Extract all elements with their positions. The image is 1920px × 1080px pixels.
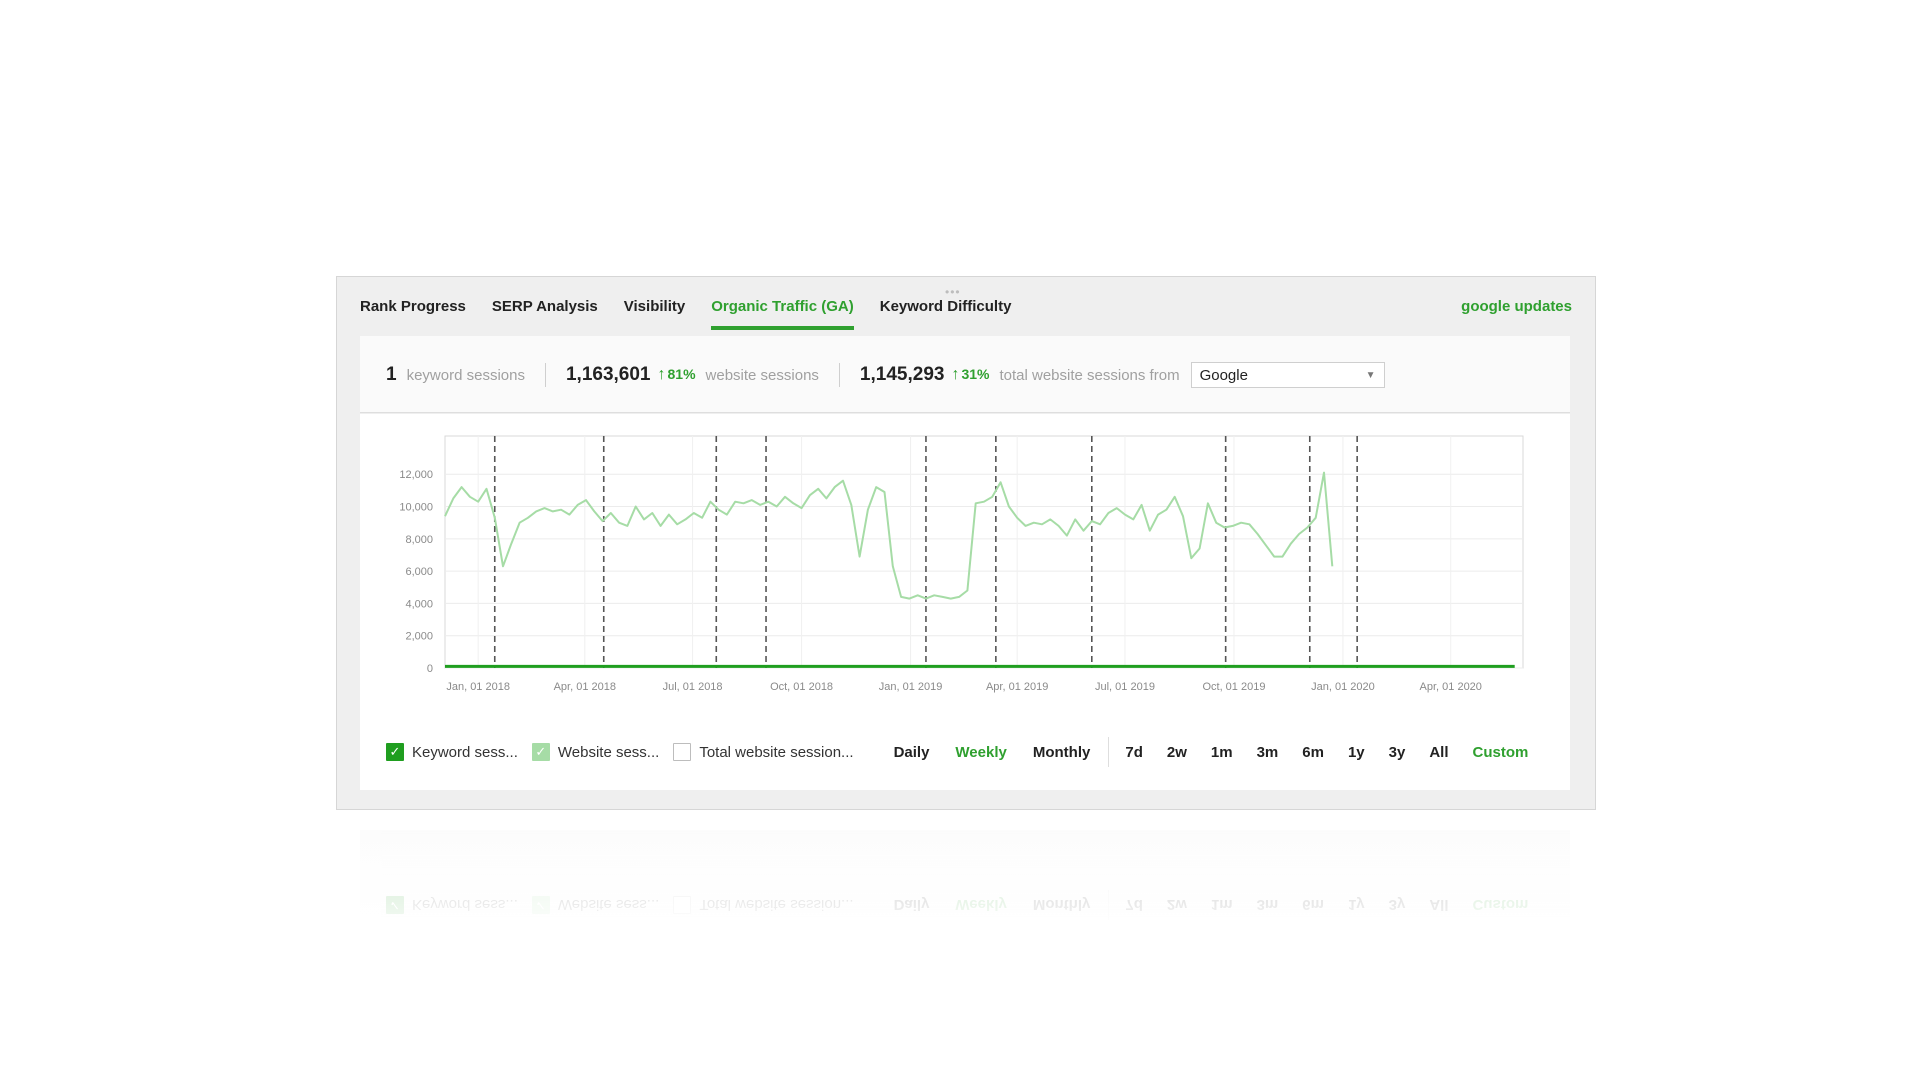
checkbox-unchecked-icon[interactable] — [673, 743, 692, 761]
x-tick-label: Jan, 01 2018 — [446, 681, 510, 693]
y-tick-label: 8,000 — [405, 534, 433, 546]
x-tick-label: Jul, 01 2019 — [1095, 681, 1155, 693]
period-daily[interactable]: Daily — [894, 744, 930, 761]
range-2w[interactable]: 2w — [1167, 744, 1187, 761]
source-select-value: Google — [1199, 366, 1248, 384]
total-sessions-label: total website sessions from — [999, 366, 1180, 384]
organic-traffic-chart: 12,000 10,000 8,000 6,000 4,000 2,000 0 Jan, 01… — [399, 435, 1524, 693]
legend-keyword-label: Keyword sess... — [412, 743, 518, 761]
website-sessions-change: ↑ 81% — [658, 366, 696, 384]
divider — [544, 363, 546, 387]
range-3m[interactable]: 3m — [1257, 744, 1279, 761]
total-sessions-change: ↑ 31% — [951, 366, 989, 384]
legend-keyword-sessions[interactable]: ✓ Keyword sess... — [386, 743, 518, 761]
keyword-sessions-label: keyword sessions — [406, 366, 525, 384]
stats-row: 1 keyword sessions 1,163,601 ↑ 81% websit… — [386, 362, 1385, 388]
plot-frame — [444, 435, 1524, 669]
x-tick-label: Apr, 01 2018 — [554, 681, 616, 693]
legend-total-label: Total website session... — [699, 743, 854, 761]
chart-panel: 12,000 10,000 8,000 6,000 4,000 2,000 0 Jan, 01… — [360, 414, 1570, 790]
range-7d[interactable]: 7d — [1125, 744, 1143, 761]
website-sessions-value: 1,163,601 — [565, 364, 651, 385]
chevron-down-icon: ▼ — [1365, 369, 1376, 381]
divider — [1108, 737, 1110, 767]
x-tick-label: Jul, 01 2018 — [663, 681, 723, 693]
x-tick-label: Jan, 01 2020 — [1311, 681, 1375, 693]
range-3y[interactable]: 3y — [1389, 744, 1406, 761]
legend-website-sessions[interactable]: ✓ Website sess... — [531, 743, 660, 761]
keyword-sessions-value: 1 — [386, 364, 397, 385]
stats-bar: 1 keyword sessions 1,163,601 ↑ 81% websit… — [360, 336, 1570, 413]
y-tick-label: 12,000 — [399, 469, 433, 481]
y-tick-label: 0 — [427, 663, 433, 675]
tab-visibility[interactable]: Visibility — [624, 290, 685, 330]
website-change-value: 81% — [667, 366, 696, 382]
range-6m[interactable]: 6m — [1302, 744, 1324, 761]
period-weekly[interactable]: Weekly — [955, 744, 1006, 761]
arrow-up-icon: ↑ — [951, 366, 960, 383]
tab-keyword-difficulty[interactable]: Keyword Difficulty — [880, 290, 1012, 330]
source-select[interactable]: Google ▼ — [1190, 362, 1385, 388]
tab-organic-traffic[interactable]: Organic Traffic (GA) — [711, 290, 854, 330]
legend-website-label: Website sess... — [557, 743, 660, 761]
page: ••• Rank Progress SERP Analysis Visibili… — [0, 0, 1920, 1080]
website-sessions-line — [444, 471, 1334, 600]
arrow-up-icon: ↑ — [657, 366, 666, 383]
divider — [838, 363, 840, 387]
total-change-value: 31% — [961, 366, 990, 382]
legend-total-sessions[interactable]: Total website session... — [673, 743, 854, 761]
website-sessions-label: website sessions — [705, 366, 819, 384]
google-updates-link[interactable]: google updates — [1461, 298, 1572, 315]
y-tick-label: 10,000 — [399, 502, 433, 514]
x-tick-label: Oct, 01 2019 — [1202, 681, 1265, 693]
x-tick-label: Oct, 01 2018 — [770, 681, 833, 693]
y-tick-label: 2,000 — [405, 631, 433, 643]
x-tick-label: Jan, 01 2019 — [879, 681, 943, 693]
range-custom[interactable]: Custom — [1473, 744, 1529, 761]
total-sessions-value: 1,145,293 — [859, 364, 945, 385]
tab-rank-progress[interactable]: Rank Progress — [360, 290, 466, 330]
tab-bar: Rank Progress SERP Analysis Visibility O… — [360, 290, 1037, 336]
range-1y[interactable]: 1y — [1348, 744, 1365, 761]
tab-serp-analysis[interactable]: SERP Analysis — [492, 290, 598, 330]
range-all[interactable]: All — [1429, 744, 1448, 761]
reflection-fade — [330, 820, 1610, 970]
x-tick-label: Apr, 01 2020 — [1420, 681, 1482, 693]
x-tick-label: Apr, 01 2019 — [986, 681, 1048, 693]
checkbox-checked-icon[interactable]: ✓ — [531, 743, 550, 761]
y-tick-label: 4,000 — [405, 598, 433, 610]
y-tick-label: 6,000 — [405, 566, 433, 578]
range-1m[interactable]: 1m — [1211, 744, 1233, 761]
period-monthly[interactable]: Monthly — [1033, 744, 1091, 761]
chart-controls: ✓ Keyword sess... ✓ Website sess... Tota… — [386, 737, 1528, 767]
checkbox-checked-icon[interactable]: ✓ — [386, 743, 404, 761]
